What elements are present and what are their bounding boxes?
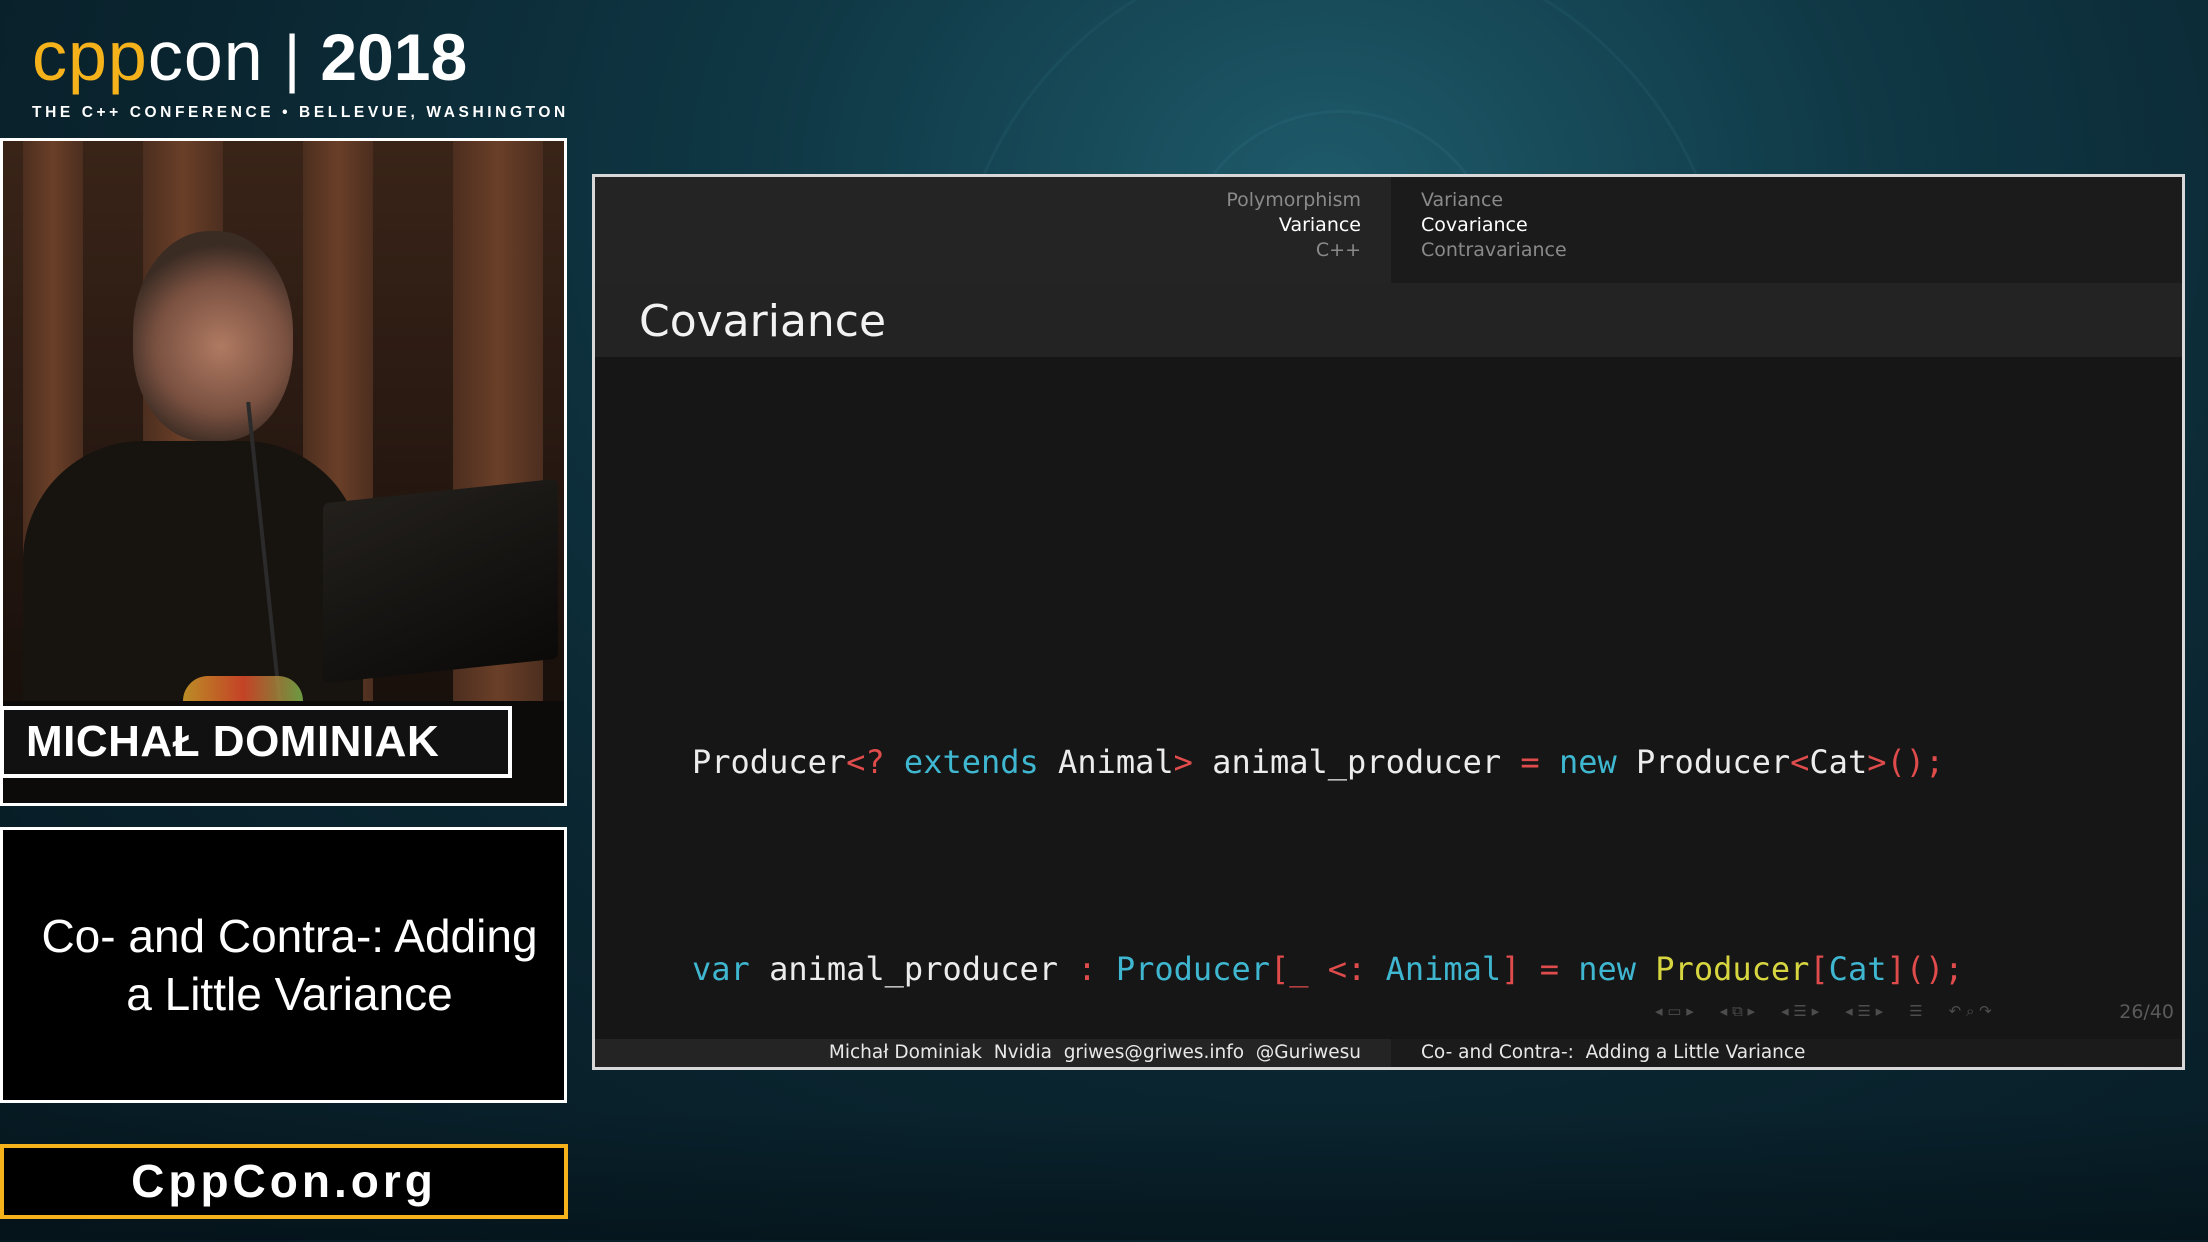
code-token: <: <box>1308 950 1367 988</box>
nav-section-variance[interactable]: Variance <box>595 213 1361 238</box>
nav-section-polymorphism[interactable]: Polymorphism <box>595 188 1361 213</box>
cppcon-logo: cpp con | 2018 THE C++ CONFERENCE • BELLE… <box>32 16 569 122</box>
beamer-navigation-symbols: ◂ ▭ ▸ ◂ ⧉ ▸ ◂ ☰ ▸ ◂ ☰ ▸ ☰ ↶ ⌕ ↷ <box>1655 1002 1992 1020</box>
presentation-slide: Polymorphism Variance C++ Variance Covar… <box>592 174 2185 1070</box>
footer-author-text: Michał Dominiak Nvidia griwes@griwes.inf… <box>828 1042 1361 1063</box>
back-search-forward-icon[interactable]: ↶ ⌕ ↷ <box>1949 1002 1992 1020</box>
speaker-video: MICHAŁ DOMINIAK <box>0 138 567 806</box>
logo-con: con <box>147 17 264 95</box>
code-line-scala: var animal_producer : Producer[_ <: Anim… <box>692 935 1964 1004</box>
slide-navigation-bar: Polymorphism Variance C++ Variance Covar… <box>595 177 2182 283</box>
subsection-list: Variance Covariance Contravariance <box>1391 177 2182 283</box>
nav-section-cpp[interactable]: C++ <box>595 238 1361 263</box>
code-token: animal_producer <box>749 950 1078 988</box>
speaker-name: MICHAŁ DOMINIAK <box>4 710 508 774</box>
frame-nav-icon[interactable]: ◂ ▭ ▸ <box>1655 1002 1694 1020</box>
frame-title-bar: Covariance <box>595 283 2182 357</box>
talk-title: Co- and Contra-: Adding a Little Varianc… <box>41 910 538 1020</box>
code-token: Producer <box>692 743 847 781</box>
code-token: ] <box>1501 950 1521 988</box>
logo-cpp: cpp <box>32 17 148 95</box>
talk-title-box: Co- and Contra-: Adding a Little Varianc… <box>0 827 567 1103</box>
code-token: Producer <box>1616 743 1791 781</box>
code-token: Animal <box>1366 950 1502 988</box>
site-link[interactable]: CppCon.org <box>0 1144 568 1219</box>
code-token: >(); <box>1867 743 1945 781</box>
logo-tagline: THE C++ CONFERENCE • BELLEVUE, WASHINGTO… <box>32 104 569 121</box>
footer-author: Michał Dominiak Nvidia griwes@griwes.inf… <box>595 1039 1391 1067</box>
page-number: 26/40 <box>2119 1001 2174 1023</box>
code-token: [ <box>1809 950 1829 988</box>
laptop <box>323 478 558 684</box>
speaker-name-plate: MICHAŁ DOMINIAK <box>3 706 512 778</box>
logo-year: 2018 <box>320 20 468 94</box>
code-token: Animal <box>1038 743 1174 781</box>
code-token: animal_producer <box>1192 743 1521 781</box>
logo-separator: | <box>283 22 301 94</box>
code-token: Producer <box>1096 950 1270 988</box>
code-token: <? <box>846 743 885 781</box>
footer-title: Co- and Contra-: Adding a Little Varianc… <box>1391 1039 2182 1067</box>
code-token: = <box>1520 743 1540 781</box>
code-line-java: Producer<? extends Animal> animal_produc… <box>692 728 1964 797</box>
code-token: new <box>1539 743 1617 781</box>
code-token: : <box>1077 950 1097 988</box>
nav-subsection-contravariance[interactable]: Contravariance <box>1421 238 2182 263</box>
code-token: extends <box>884 743 1039 781</box>
slide-footer: Michał Dominiak Nvidia griwes@griwes.inf… <box>595 1039 2182 1067</box>
code-token: > <box>1173 743 1193 781</box>
section-list: Polymorphism Variance C++ <box>595 177 1391 283</box>
code-token: Cat <box>1809 743 1868 781</box>
frame-title: Covariance <box>639 296 887 347</box>
code-token: < <box>1790 743 1810 781</box>
code-token: ](); <box>1886 950 1964 988</box>
footer-title-text: Co- and Contra-: Adding a Little Varianc… <box>1421 1042 1806 1063</box>
subsection-nav-icon[interactable]: ◂ ⧉ ▸ <box>1720 1002 1755 1020</box>
code-token: [_ <box>1269 950 1309 988</box>
code-token: = <box>1520 950 1559 988</box>
code-token: var <box>692 950 750 988</box>
document-icon[interactable]: ☰ <box>1909 1002 1922 1020</box>
code-token: Cat <box>1828 950 1887 988</box>
nav-subsection-variance[interactable]: Variance <box>1421 188 2182 213</box>
code-token: Producer <box>1636 950 1810 988</box>
section-nav-icon[interactable]: ◂ ☰ ▸ <box>1781 1002 1819 1020</box>
code-token: new <box>1558 950 1637 988</box>
code-block: Producer<? extends Animal> animal_produc… <box>692 590 1964 1067</box>
part-nav-icon[interactable]: ◂ ☰ ▸ <box>1845 1002 1883 1020</box>
speaker-head <box>133 231 293 441</box>
nav-subsection-covariance[interactable]: Covariance <box>1421 213 2182 238</box>
